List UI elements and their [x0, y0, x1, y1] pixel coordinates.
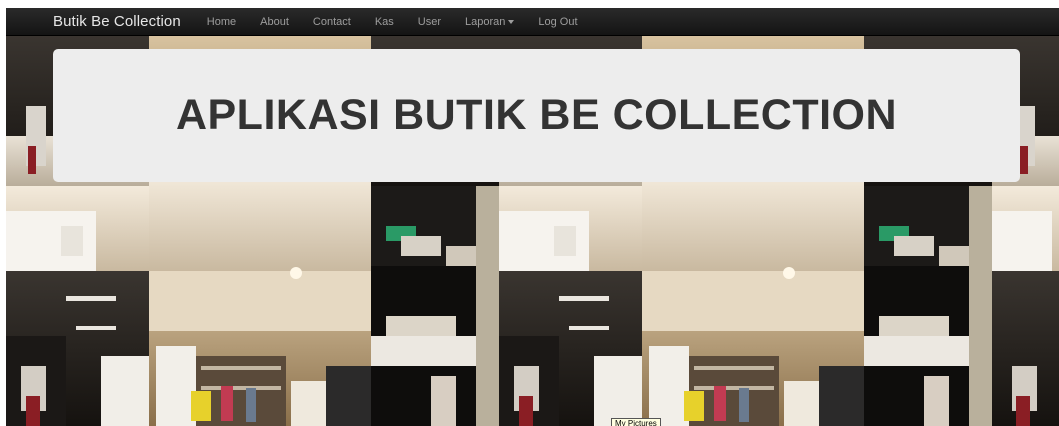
- nav-kas[interactable]: Kas: [375, 16, 394, 28]
- jumbotron: APLIKASI BUTIK BE COLLECTION: [53, 49, 1020, 182]
- nav-logout[interactable]: Log Out: [538, 16, 577, 28]
- page-title: APLIKASI BUTIK BE COLLECTION: [175, 91, 898, 139]
- nav-laporan-label: Laporan: [465, 15, 506, 28]
- caret-down-icon: [508, 19, 515, 24]
- nav-about[interactable]: About: [260, 16, 289, 28]
- nav-home[interactable]: Home: [207, 16, 236, 28]
- tooltip: My Pictures: [611, 418, 661, 426]
- brand-link[interactable]: Butik Be Collection: [53, 13, 181, 30]
- page: Butik Be Collection Home About Contact K…: [0, 0, 1059, 426]
- nav-laporan-dropdown[interactable]: Laporan: [465, 15, 515, 28]
- nav-contact[interactable]: Contact: [313, 16, 351, 28]
- top-navbar: Butik Be Collection Home About Contact K…: [6, 8, 1059, 36]
- nav-user[interactable]: User: [418, 16, 441, 28]
